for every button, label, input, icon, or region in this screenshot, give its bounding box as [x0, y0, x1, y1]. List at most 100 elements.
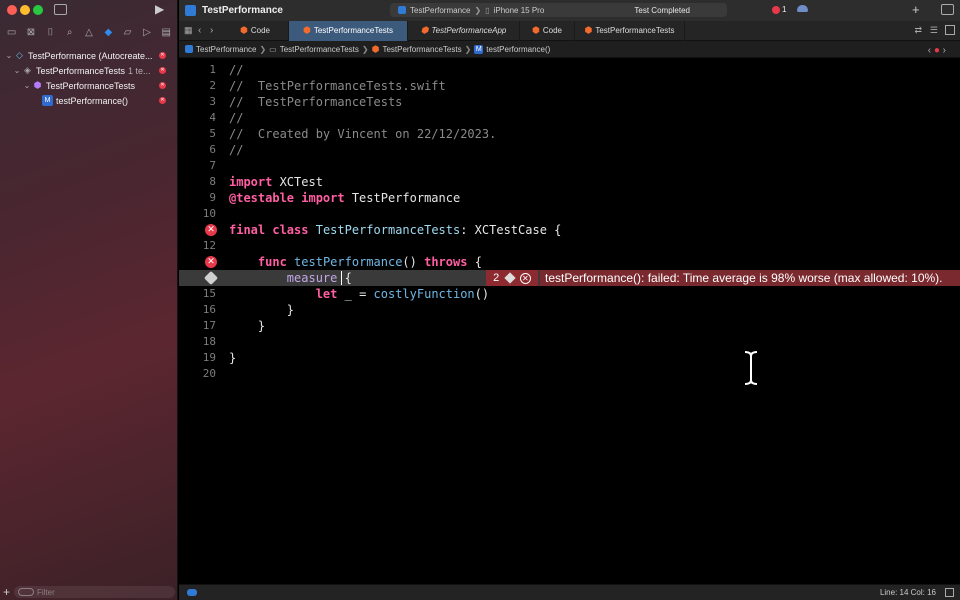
tree-row-method[interactable]: M testPerformance() ✕: [0, 93, 178, 108]
debug-icon[interactable]: ▱: [121, 25, 135, 39]
error-icon: ✕: [159, 97, 166, 104]
sidebar-toggle-icon[interactable]: [54, 4, 67, 15]
panel-toggle-icon[interactable]: [945, 588, 954, 597]
chevron-down-icon[interactable]: ⌄: [22, 81, 32, 90]
test-diamond-icon: [503, 272, 516, 284]
swift-icon: ⬢: [303, 25, 311, 35]
run-button[interactable]: ▶: [155, 2, 164, 16]
error-icon: ✕: [159, 52, 166, 59]
add-icon[interactable]: +: [912, 2, 920, 17]
error-icon: [772, 5, 780, 14]
code-text: }: [229, 303, 295, 317]
code-editor[interactable]: 1 // 2 // TestPerformanceTests.swift 3 // T…: [179, 61, 960, 584]
test-navigator-icon[interactable]: ◆: [101, 25, 115, 39]
search-icon[interactable]: ⌕: [63, 25, 77, 39]
error-icon[interactable]: ✕: [205, 224, 217, 236]
build-status: Test Completed: [634, 5, 690, 15]
tree-row-label: testPerformance(): [56, 95, 129, 106]
folder-icon[interactable]: ▭: [5, 25, 19, 39]
chevron-down-icon[interactable]: ⌄: [12, 66, 22, 75]
status-bar: Line: 14 Col: 16: [179, 584, 960, 600]
test-diamond-icon[interactable]: [203, 270, 219, 286]
editor-options-icon[interactable]: ☰: [930, 25, 938, 36]
tab-testperformancetests-2[interactable]: ⬢ TestPerformanceTests: [575, 20, 685, 41]
tab-testperformancetests[interactable]: ⬢ TestPerformanceTests: [289, 20, 408, 41]
code-text: //: [229, 111, 244, 125]
code-line: 16 }: [179, 302, 960, 318]
code-line: 12: [179, 238, 960, 254]
breadcrumb-item[interactable]: TestPerformanceTests: [382, 45, 461, 54]
chevron-down-icon[interactable]: ⌄: [4, 51, 14, 60]
debug-area-toggle-icon[interactable]: [187, 589, 197, 596]
code-line: 19}: [179, 350, 960, 366]
grid-icon[interactable]: ▦: [184, 25, 194, 36]
tree-row-class[interactable]: ⌄ ⬢ TestPerformanceTests ✕: [0, 78, 178, 93]
forward-icon[interactable]: ›: [210, 25, 222, 36]
tree-row-target[interactable]: ⌄ ◈ TestPerformanceTests 1 te... ✕: [0, 63, 178, 78]
swift-icon: ⬢: [240, 25, 248, 35]
tab-testperformanceapp[interactable]: ⬢ TestPerformanceApp: [408, 20, 520, 41]
issue-count: 2: [493, 272, 500, 284]
scheme-icon: [398, 6, 406, 14]
code-line: 3 // TestPerformanceTests: [179, 94, 960, 110]
line-number: 15: [202, 287, 216, 300]
line-number: 8: [209, 175, 216, 188]
window-controls: ▶: [0, 0, 177, 20]
close-window-button[interactable]: [7, 5, 17, 15]
inspector-toggle-icon[interactable]: [941, 4, 954, 15]
code-text: // TestPerformanceTests: [229, 95, 403, 109]
tab-code-2[interactable]: ⬢ Code: [520, 20, 575, 41]
code-line: 10: [179, 206, 960, 222]
refresh-icon[interactable]: ⇄: [914, 25, 922, 36]
issue-badge[interactable]: 2 ✕: [486, 270, 538, 286]
warning-icon[interactable]: △: [82, 25, 96, 39]
filter-toggle-icon[interactable]: [18, 588, 35, 596]
scheme-name: TestPerformance: [410, 5, 471, 15]
ibeam-cursor-icon: [744, 350, 758, 386]
tree-row-test-plan[interactable]: ⌄ ◇ TestPerformance (Autocreate... ✕: [0, 48, 178, 63]
line-number: 20: [202, 367, 216, 380]
line-number: 19: [202, 351, 216, 364]
tab-label: TestPerformanceTests: [595, 26, 675, 35]
code-text: import XCTest: [229, 175, 323, 189]
breadcrumb-item[interactable]: TestPerformanceTests: [280, 45, 359, 54]
text-caret: [341, 271, 342, 285]
code-line: 18: [179, 334, 960, 350]
cloud-icon[interactable]: [797, 5, 808, 12]
source-control-icon[interactable]: ⊠: [24, 25, 38, 39]
tab-code[interactable]: ⬢ Code: [222, 20, 289, 41]
code-text: measure {: [286, 271, 352, 285]
code-text: func testPerformance() throws {: [257, 255, 482, 269]
code-line: 8 import XCTest: [179, 174, 960, 190]
tab-label: TestPerformanceApp: [431, 26, 507, 35]
code-line: 4 //: [179, 110, 960, 126]
issue-navigation-icon[interactable]: ‹ ● ›: [928, 45, 946, 56]
breakpoint-icon[interactable]: ▷: [140, 25, 154, 39]
swift-icon: ⬢: [371, 43, 380, 54]
scheme-selector[interactable]: TestPerformance ❯ ▯ iPhone 15 Pro Test C…: [390, 3, 727, 17]
editor-area: TestPerformance TestPerformance ❯ ▯ iPho…: [179, 0, 960, 600]
add-icon[interactable]: +: [3, 585, 10, 599]
project-title: TestPerformance: [202, 5, 283, 16]
error-count-badge[interactable]: 1: [772, 5, 786, 14]
minimize-window-button[interactable]: [20, 5, 30, 15]
tree-row-label: TestPerformanceTests: [36, 65, 126, 76]
issue-message[interactable]: testPerformance(): failed: Time average …: [540, 270, 960, 286]
code-line: ✕ final class TestPerformanceTests: XCTe…: [179, 222, 960, 238]
error-icon[interactable]: ✕: [205, 256, 217, 268]
breadcrumb-item[interactable]: testPerformance(): [486, 45, 550, 54]
breadcrumb-item[interactable]: TestPerformance: [196, 45, 256, 54]
zoom-window-button[interactable]: [33, 5, 43, 15]
error-icon: ✕: [159, 82, 166, 89]
error-count: 1: [782, 5, 787, 14]
filter-input[interactable]: Filter: [14, 586, 175, 598]
code-line-highlighted: measure { 2 ✕ testPerformance(): failed:…: [179, 270, 960, 286]
navigator-sidebar: ▶ ▭ ⊠ ⌷ ⌕ △ ◆ ▱ ▷ ▤ ⌄ ◇ TestPerformance …: [0, 0, 178, 600]
bookmark-icon[interactable]: ⌷: [43, 25, 57, 39]
report-icon[interactable]: ▤: [159, 25, 173, 39]
line-number: 12: [202, 239, 216, 252]
project-icon: [185, 45, 193, 53]
chevron-right-icon: ❯: [474, 5, 482, 15]
split-editor-icon[interactable]: [945, 25, 955, 35]
back-icon[interactable]: ‹: [198, 25, 210, 36]
